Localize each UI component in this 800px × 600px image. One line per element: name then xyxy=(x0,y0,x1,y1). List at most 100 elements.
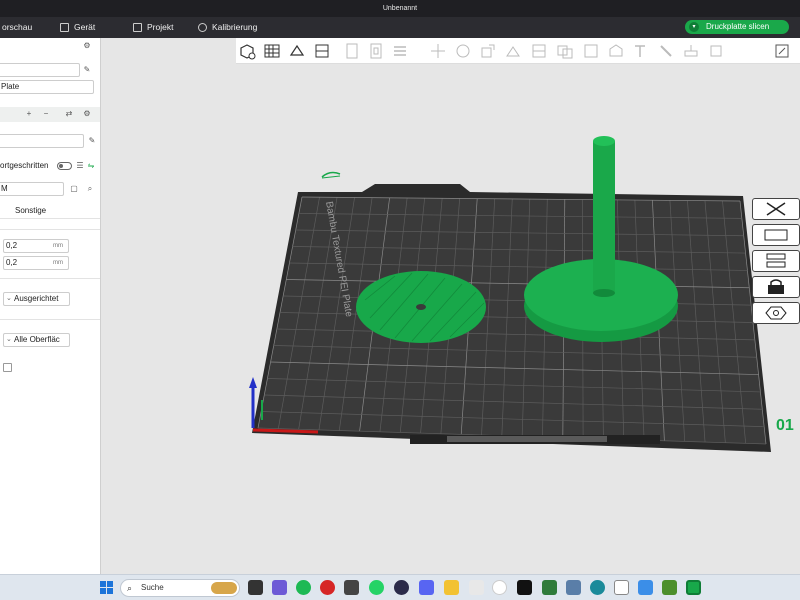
seam-position-dropdown[interactable]: ⌄ Ausgerichtet xyxy=(3,292,70,306)
tab-other[interactable]: Sonstige xyxy=(15,206,46,215)
support-paint-icon[interactable] xyxy=(582,42,600,60)
search-icon[interactable]: ⌕ xyxy=(86,185,94,193)
colorful-app-icon[interactable] xyxy=(469,580,484,595)
search-highlight-icon xyxy=(211,582,237,594)
bambu-studio-icon[interactable] xyxy=(686,580,701,595)
nav-calibration[interactable]: Kalibrierung xyxy=(198,17,257,38)
stand-pole-top xyxy=(593,136,615,146)
bed-front-name-plate xyxy=(447,436,607,442)
split-objects-icon[interactable] xyxy=(343,42,361,60)
whatsapp-icon[interactable] xyxy=(369,580,384,595)
divider xyxy=(0,319,100,320)
process-edit-icon[interactable]: ✎ xyxy=(88,137,96,145)
chevron-down-icon[interactable]: ▾ xyxy=(689,22,699,32)
nav-preview[interactable]: orschau xyxy=(2,17,32,38)
add-model-icon[interactable] xyxy=(238,42,256,60)
initial-layer-height-value: 0,2 xyxy=(6,258,18,267)
tasks-app-icon[interactable] xyxy=(614,580,629,595)
discord-icon[interactable] xyxy=(419,580,434,595)
remove-filament-icon[interactable]: − xyxy=(42,110,50,118)
ironing-surface-dropdown[interactable]: ⌄ Alle Oberfläc xyxy=(3,333,70,347)
printer-select[interactable] xyxy=(0,63,80,77)
z-axis-arrow xyxy=(249,377,257,388)
photos-app-icon[interactable] xyxy=(566,580,581,595)
project-icon xyxy=(133,23,142,32)
add-filament-icon[interactable]: + xyxy=(25,110,33,118)
text-emboss-icon[interactable] xyxy=(632,42,650,60)
cut-icon[interactable] xyxy=(530,42,548,60)
nav-calibration-label: Kalibrierung xyxy=(212,22,258,32)
rotate-icon[interactable] xyxy=(454,42,472,60)
plate-number[interactable]: 01 xyxy=(776,417,794,434)
delete-plate-button[interactable] xyxy=(752,198,800,220)
advanced-toggle[interactable] xyxy=(57,162,72,170)
task-view-icon[interactable] xyxy=(248,580,263,595)
x-axis xyxy=(252,428,319,434)
nav-device[interactable]: Gerät xyxy=(60,17,95,38)
file-explorer-icon[interactable] xyxy=(444,580,459,595)
compare-icon[interactable]: ⇋ xyxy=(87,162,95,170)
scale-icon[interactable] xyxy=(479,42,497,60)
filament-settings-gear-icon[interactable]: ⚙ xyxy=(83,110,91,118)
excel-icon[interactable] xyxy=(542,580,557,595)
settings-app-icon[interactable] xyxy=(590,580,605,595)
plate-type-value: Plate xyxy=(1,82,20,91)
media-app-icon[interactable] xyxy=(394,580,409,595)
taskbar-search-input[interactable]: ⌕ Suche xyxy=(120,579,240,597)
windows-start-icon[interactable] xyxy=(99,580,114,595)
chat-app-icon[interactable] xyxy=(272,580,287,595)
copy-icon[interactable]: ▢ xyxy=(70,185,78,193)
build-plate-scene[interactable]: Bambu Textured PEI Plate 01 xyxy=(101,64,800,574)
layer-height-unit: mm xyxy=(53,243,63,249)
minecraft-icon[interactable] xyxy=(662,580,677,595)
window-title-bar: Unbenannt xyxy=(0,0,800,17)
orient-plate-button[interactable] xyxy=(752,250,800,272)
variable-layer-icon[interactable] xyxy=(391,42,409,60)
settings-search-input[interactable]: M xyxy=(0,182,64,196)
opera-icon[interactable] xyxy=(320,580,335,595)
process-select[interactable] xyxy=(0,134,84,148)
measure-icon[interactable] xyxy=(682,42,700,60)
left-settings-panel: ⚙ ✎ Plate + − ⇄ ⚙ ✎ ortgeschritten ☰ ⇋ M… xyxy=(0,38,101,574)
arrange-icon[interactable] xyxy=(313,42,331,60)
add-plate-icon[interactable] xyxy=(263,42,281,60)
divider xyxy=(0,218,100,219)
edit-object-icon[interactable] xyxy=(773,42,791,60)
advanced-label: ortgeschritten xyxy=(0,161,49,170)
lock-plate-button[interactable] xyxy=(752,276,800,298)
plate-type-select[interactable]: Plate xyxy=(0,80,94,94)
color-paint-icon[interactable] xyxy=(657,42,675,60)
plate-settings-button[interactable] xyxy=(752,302,800,324)
assembly-icon[interactable] xyxy=(707,42,725,60)
auto-orient-icon[interactable] xyxy=(288,42,306,60)
stand-pole-model[interactable] xyxy=(593,141,615,293)
stand-pole-bottom xyxy=(593,289,615,297)
3d-viewport[interactable]: Bambu Textured PEI Plate 01 xyxy=(101,64,800,574)
move-icon[interactable] xyxy=(429,42,447,60)
option-checkbox[interactable] xyxy=(3,363,12,372)
split-parts-icon[interactable] xyxy=(367,42,385,60)
device-icon xyxy=(60,23,69,32)
window-title: Unbenannt xyxy=(382,5,418,12)
lay-on-face-icon[interactable] xyxy=(504,42,522,60)
initial-layer-height-unit: mm xyxy=(53,260,63,266)
printer-settings-gear-icon[interactable]: ⚙ xyxy=(83,42,91,50)
spotify-icon[interactable] xyxy=(296,580,311,595)
ironing-surface-value: Alle Oberfläc xyxy=(14,335,60,344)
sync-filament-icon[interactable]: ⇄ xyxy=(65,110,73,118)
seam-position-value: Ausgerichtet xyxy=(14,294,59,303)
nav-device-label: Gerät xyxy=(74,22,96,32)
chatgpt-icon[interactable] xyxy=(517,580,532,595)
nav-preview-label: orschau xyxy=(2,22,33,32)
edit-icon[interactable]: ✎ xyxy=(83,66,91,74)
itunes-icon[interactable] xyxy=(492,580,507,595)
store-icon[interactable] xyxy=(638,580,653,595)
nav-project[interactable]: Projekt xyxy=(133,17,173,38)
arrange-plate-button[interactable] xyxy=(752,224,800,246)
boolean-icon[interactable] xyxy=(556,42,574,60)
list-view-icon[interactable]: ☰ xyxy=(76,162,84,170)
seam-paint-icon[interactable] xyxy=(607,42,625,60)
search-icon: ⌕ xyxy=(127,583,133,593)
slice-plate-button[interactable]: ▾ Druckplatte slicen xyxy=(685,20,789,34)
game-app-icon[interactable] xyxy=(344,580,359,595)
